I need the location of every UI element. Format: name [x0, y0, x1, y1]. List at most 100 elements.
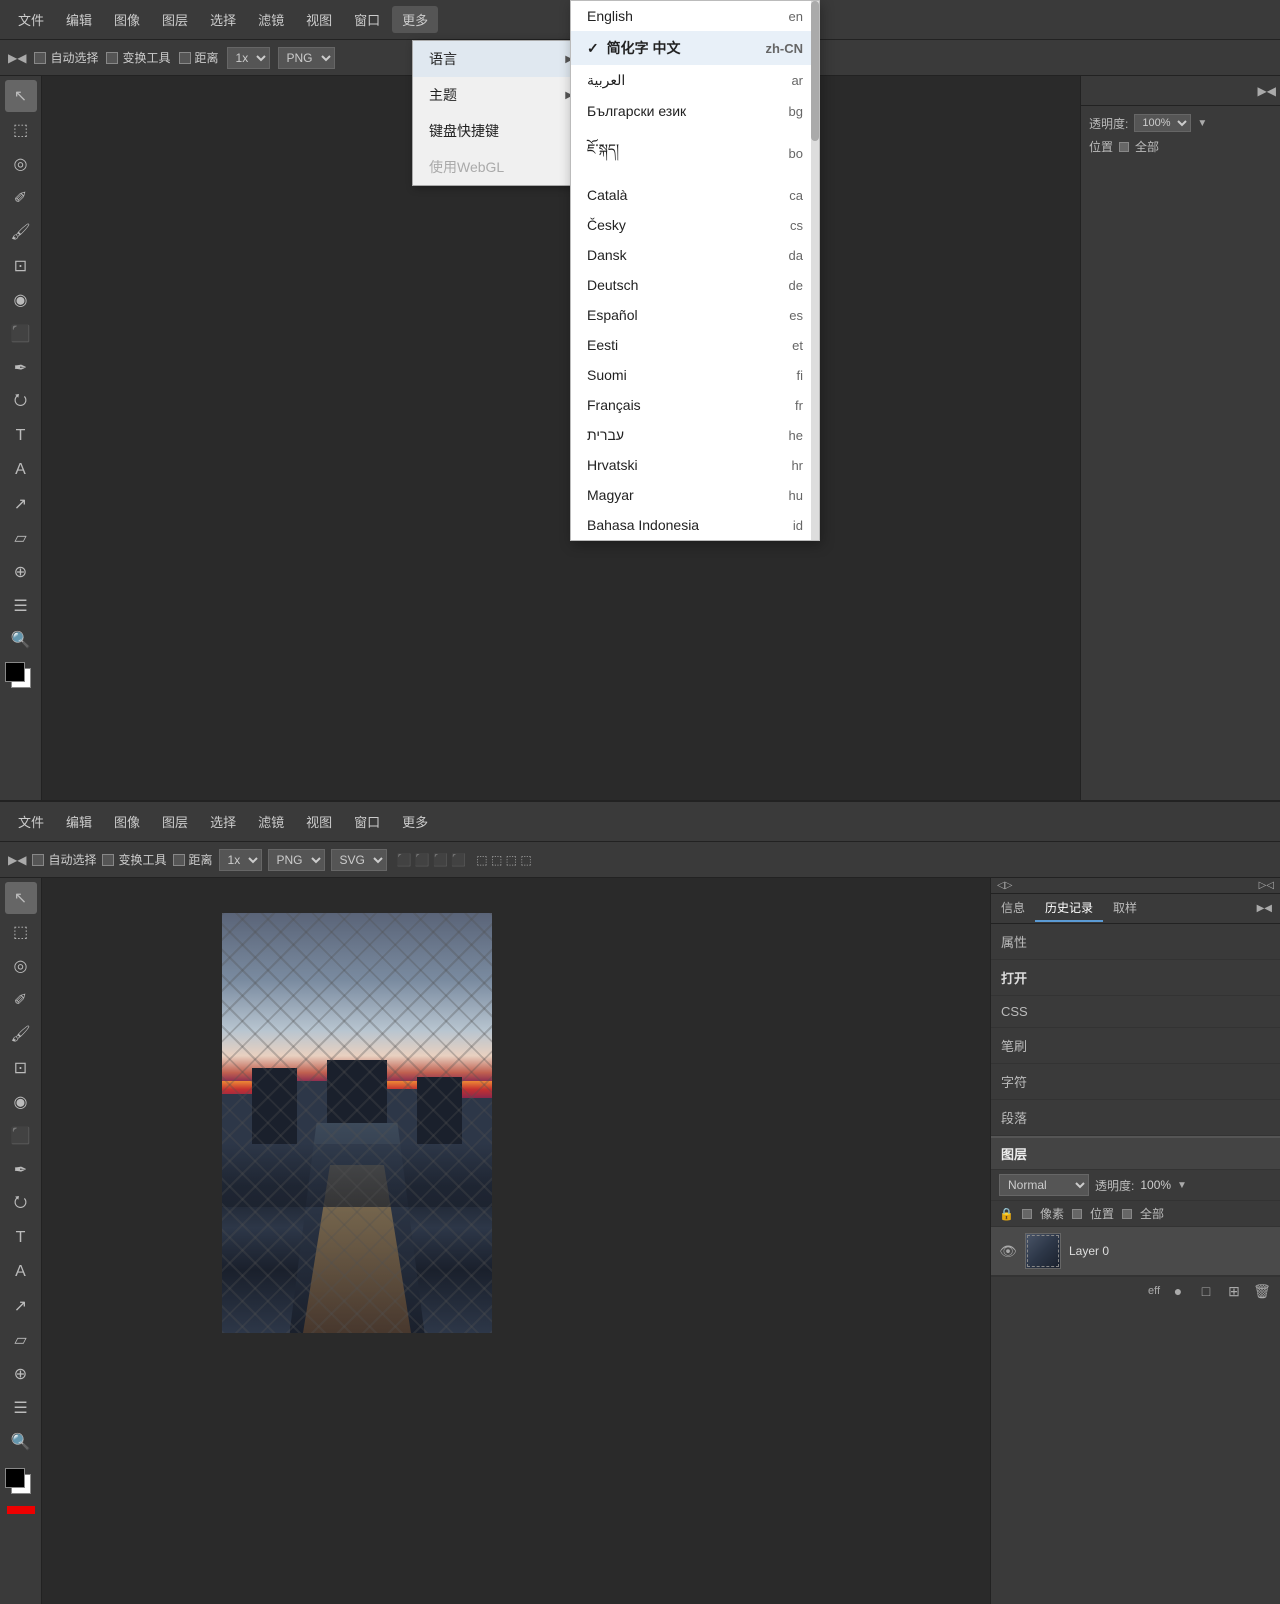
panel-expand-right[interactable]: ▷◁: [1259, 880, 1274, 891]
layer-delete-icon[interactable]: 🗑: [1252, 1281, 1272, 1301]
lock-pixel-checkbox[interactable]: [1119, 142, 1129, 152]
foreground-color-b[interactable]: [5, 1468, 25, 1488]
opacity-select[interactable]: 100%: [1134, 114, 1191, 132]
tool-clone[interactable]: ⊡: [5, 250, 37, 282]
panel-css[interactable]: CSS: [991, 996, 1280, 1028]
lang-hu[interactable]: Magyar hu: [571, 480, 819, 510]
menu-select-b[interactable]: 选择: [200, 808, 246, 835]
tool-shape[interactable]: ▱: [5, 522, 37, 554]
tool-pen-b[interactable]: ✒: [5, 1154, 37, 1186]
tool-lasso-b[interactable]: ◎: [5, 950, 37, 982]
tool-pencil[interactable]: ✐: [5, 182, 37, 214]
tool-brush[interactable]: 🖌: [5, 216, 37, 248]
autoselect-cb-b[interactable]: [32, 854, 44, 866]
tool-path-b[interactable]: A: [5, 1256, 37, 1288]
autoselect-checkbox[interactable]: [34, 52, 46, 64]
scale-select[interactable]: 1x: [227, 47, 270, 69]
tool-move[interactable]: ↖: [5, 80, 37, 112]
tab-sample[interactable]: 取样: [1103, 895, 1147, 922]
menu-filter[interactable]: 滤镜: [248, 6, 294, 33]
menu-image-b[interactable]: 图像: [104, 808, 150, 835]
tool-rect-b[interactable]: ⬚: [5, 916, 37, 948]
lang-da[interactable]: Dansk da: [571, 240, 819, 270]
distance-cb-b[interactable]: [173, 854, 185, 866]
panel-attribute[interactable]: 属性: [991, 924, 1280, 960]
lang-de[interactable]: Deutsch de: [571, 270, 819, 300]
tool-zoom-b[interactable]: 🔍: [5, 1426, 37, 1458]
panel-expand-left[interactable]: ◁▷: [997, 880, 1012, 891]
tool-move-b[interactable]: ↖: [5, 882, 37, 914]
tool-layers2[interactable]: ☰: [5, 590, 37, 622]
menu-select[interactable]: 选择: [200, 6, 246, 33]
lang-he[interactable]: עברית he: [571, 420, 819, 450]
panel-char[interactable]: 字符: [991, 1064, 1280, 1100]
tool-eraser-b[interactable]: ◉: [5, 1086, 37, 1118]
color-swatch[interactable]: [5, 662, 37, 682]
tab-history[interactable]: 历史记录: [1035, 895, 1103, 922]
opacity-arrow[interactable]: ▼: [1197, 118, 1207, 129]
tool-path[interactable]: A: [5, 454, 37, 486]
layer-group-icon[interactable]: ⊞: [1224, 1281, 1244, 1301]
lang-ar[interactable]: العربية ar: [571, 65, 819, 96]
color-swatch-b[interactable]: [5, 1468, 37, 1488]
tool-zoom[interactable]: 🔍: [5, 624, 37, 656]
expand-icon[interactable]: ▶◀: [1258, 84, 1276, 98]
menubar-bottom[interactable]: 文件 编辑 图像 图层 选择 滤镜 视图 窗口 更多: [0, 802, 1280, 842]
lang-bo[interactable]: ཇོ་སྐད། bo: [571, 126, 819, 180]
lock-position-cb[interactable]: [1072, 1209, 1082, 1219]
menu-more-b[interactable]: 更多: [392, 808, 438, 835]
opacity-dropdown-icon[interactable]: ▼: [1177, 1180, 1187, 1191]
lang-fr[interactable]: Français fr: [571, 390, 819, 420]
transform-checkbox[interactable]: [106, 52, 118, 64]
menu-layer[interactable]: 图层: [152, 6, 198, 33]
tool-text[interactable]: T: [5, 420, 37, 452]
tool-transform-b[interactable]: ⭮: [5, 1188, 37, 1220]
layer-row-0[interactable]: 👁 Layer 0: [991, 1227, 1280, 1276]
more-menu-keyboard[interactable]: 键盘快捷键: [413, 113, 589, 149]
panel-collapse-button[interactable]: ▶◀: [1249, 903, 1280, 914]
tool-clone-b[interactable]: ⊡: [5, 1052, 37, 1084]
lang-hr[interactable]: Hrvatski hr: [571, 450, 819, 480]
tool-crop[interactable]: ↗: [5, 488, 37, 520]
toolbar-collapse-icon[interactable]: ▶◀: [8, 51, 26, 65]
toolbar-collapse-icon-b[interactable]: ▶◀: [8, 853, 26, 867]
tool-rect-select[interactable]: ⬚: [5, 114, 37, 146]
lang-en[interactable]: English en: [571, 1, 819, 31]
format-select[interactable]: PNG: [278, 47, 335, 69]
menu-layer-b[interactable]: 图层: [152, 808, 198, 835]
format-select-png-b[interactable]: PNG: [268, 849, 325, 871]
tool-text-b[interactable]: T: [5, 1222, 37, 1254]
layer-style-icon[interactable]: ●: [1168, 1281, 1188, 1301]
menu-file-b[interactable]: 文件: [8, 808, 54, 835]
layer-visibility-icon[interactable]: 👁: [999, 1242, 1017, 1260]
blend-mode-select[interactable]: Normal: [999, 1174, 1089, 1196]
distance-checkbox[interactable]: [179, 52, 191, 64]
menu-more[interactable]: 更多: [392, 6, 438, 33]
lang-zh-cn[interactable]: ✓ 简化字 中文 zh-CN: [571, 31, 819, 65]
more-menu-theme[interactable]: 主题 ▶: [413, 77, 589, 113]
menu-file[interactable]: 文件: [8, 6, 54, 33]
layer-fx-icon[interactable]: eff: [1148, 1285, 1160, 1297]
menu-window-b[interactable]: 窗口: [344, 808, 390, 835]
menu-view[interactable]: 视图: [296, 6, 342, 33]
tool-transform2[interactable]: ⭮: [5, 386, 37, 418]
tool-lasso[interactable]: ◎: [5, 148, 37, 180]
tool-shape-b[interactable]: ▱: [5, 1324, 37, 1356]
lang-cs[interactable]: Česky cs: [571, 210, 819, 240]
foreground-color[interactable]: [5, 662, 25, 682]
panel-open[interactable]: 打开: [991, 960, 1280, 996]
lang-ca[interactable]: Català ca: [571, 180, 819, 210]
tool-colorpicker-b[interactable]: ⊕: [5, 1358, 37, 1390]
lang-es[interactable]: Español es: [571, 300, 819, 330]
menu-image[interactable]: 图像: [104, 6, 150, 33]
lock-pixel-cb[interactable]: [1022, 1209, 1032, 1219]
tool-crop-b[interactable]: ↗: [5, 1290, 37, 1322]
lang-id[interactable]: Bahasa Indonesia id: [571, 510, 819, 540]
panel-paragraph[interactable]: 段落: [991, 1100, 1280, 1136]
tool-brush-b[interactable]: 🖌: [5, 1018, 37, 1050]
tab-info[interactable]: 信息: [991, 895, 1035, 922]
tool-fill[interactable]: ⬛: [5, 318, 37, 350]
tool-colorpicker[interactable]: ⊕: [5, 556, 37, 588]
tool-fill-b[interactable]: ⬛: [5, 1120, 37, 1152]
lang-et[interactable]: Eesti et: [571, 330, 819, 360]
